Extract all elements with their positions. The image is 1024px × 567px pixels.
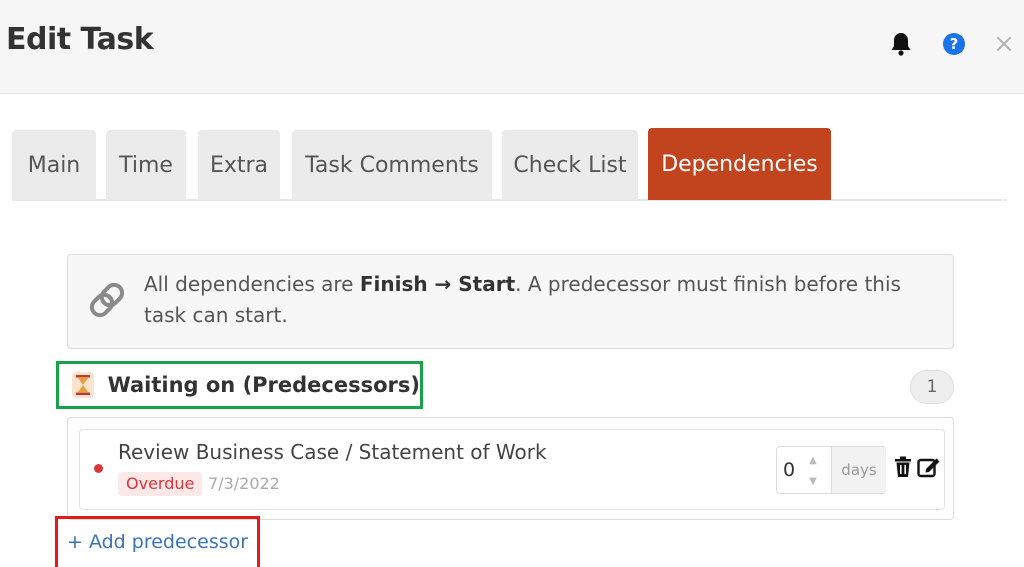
close-icon[interactable]: × <box>990 30 1018 58</box>
hourglass-icon <box>71 370 96 400</box>
edit-icon[interactable] <box>916 454 942 480</box>
add-predecessor-highlight: + Add predecessor <box>55 516 260 567</box>
lag-value[interactable]: 0 <box>783 459 795 481</box>
predecessor-list: Review Business Case / Statement of Work… <box>67 417 954 520</box>
trash-icon[interactable] <box>890 454 916 480</box>
chevron-up-icon[interactable]: ▲ <box>809 455 817 466</box>
dependency-info-box: All dependencies are Finish → Start. A p… <box>67 254 954 349</box>
info-text: All dependencies are Finish → Start. A p… <box>144 269 934 331</box>
chevron-down-icon[interactable]: ▼ <box>809 476 817 487</box>
overdue-badge: Overdue <box>118 472 203 496</box>
info-text-bold: Finish → Start <box>359 272 516 296</box>
svg-text:?: ? <box>950 35 959 53</box>
status-dot <box>94 464 103 473</box>
predecessor-name[interactable]: Review Business Case / Statement of Work <box>118 440 547 464</box>
predecessor-item: Review Business Case / Statement of Work… <box>79 429 945 510</box>
tab-dependencies[interactable]: Dependencies <box>648 128 831 200</box>
lag-input[interactable]: 0 ▲ ▼ days <box>776 446 886 494</box>
predecessor-date: 7/3/2022 <box>208 474 280 493</box>
tab-bar: Main Time Extra Task Comments Check List… <box>12 128 1007 201</box>
lag-spinner[interactable]: ▲ ▼ <box>803 455 823 487</box>
predecessors-title: Waiting on (Predecessors) <box>107 373 420 397</box>
add-predecessor-link[interactable]: + Add predecessor <box>67 531 248 553</box>
tab-main[interactable]: Main <box>12 130 96 200</box>
predecessor-count-badge: 1 <box>910 370 954 404</box>
dialog-header: Edit Task ? × <box>0 0 1024 94</box>
tab-task-comments[interactable]: Task Comments <box>292 130 492 200</box>
tab-extra[interactable]: Extra <box>198 130 280 200</box>
tab-check-list[interactable]: Check List <box>502 130 638 200</box>
tab-time[interactable]: Time <box>106 130 186 200</box>
predecessors-heading: Waiting on (Predecessors) <box>56 361 423 409</box>
link-chain-icon <box>86 279 128 325</box>
lag-unit: days <box>831 447 886 493</box>
dialog-title: Edit Task <box>6 22 154 57</box>
bell-icon[interactable] <box>887 30 915 58</box>
help-icon[interactable]: ? <box>940 30 968 58</box>
info-text-lead: All dependencies are <box>144 272 360 296</box>
